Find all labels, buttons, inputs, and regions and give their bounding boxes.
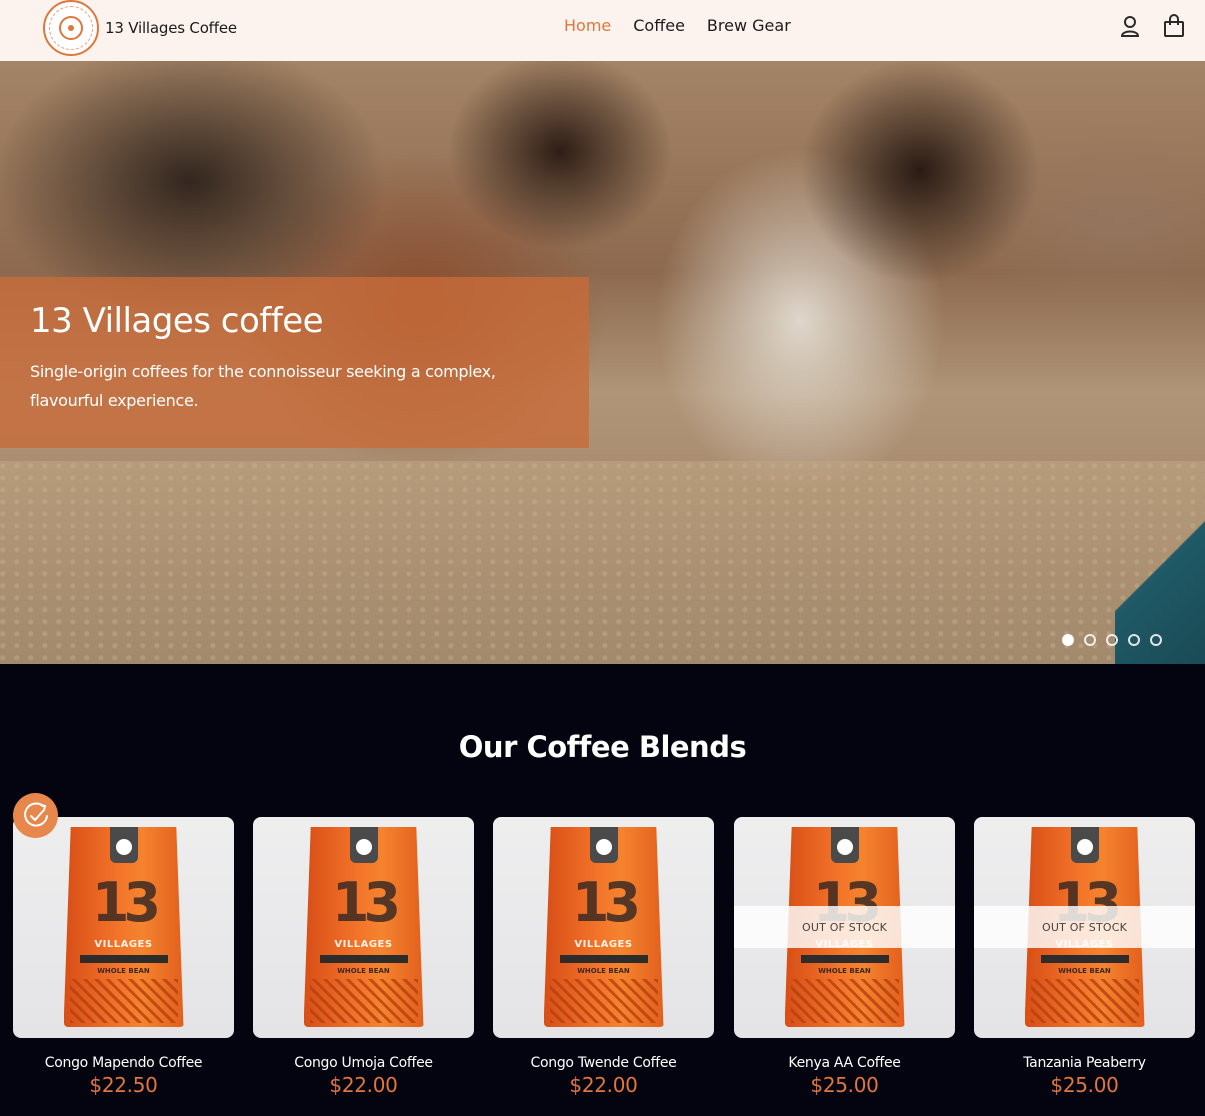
product-name[interactable]: Congo Twende Coffee [493, 1055, 714, 1071]
brand-logo-link[interactable]: 13 Villages Coffee [43, 0, 237, 56]
out-of-stock-label: OUT OF STOCK [734, 906, 955, 948]
nav-item-brew-gear[interactable]: Brew Gear [707, 16, 791, 35]
product-price: $25.00 [810, 1073, 879, 1097]
slider-pagination [1062, 634, 1162, 646]
slide-dot-4[interactable] [1128, 634, 1140, 646]
product-image[interactable]: 13 VILLAGES WHOLE BEAN [13, 817, 234, 1038]
slide-dot-3[interactable] [1106, 634, 1118, 646]
product-image[interactable]: 13VILLAGESWHOLE BEAN OUT OF STOCK [734, 817, 955, 1038]
product-card[interactable]: 13 VILLAGES WHOLE BEAN Congo Twende Coffee… [493, 817, 714, 1097]
product-image[interactable]: 13 VILLAGES WHOLE BEAN [253, 817, 474, 1038]
product-card[interactable]: 13 VILLAGES WHOLE BEAN Congo Mapendo Coffe… [13, 817, 234, 1097]
product-card[interactable]: 13VILLAGESWHOLE BEAN OUT OF STOCK Kenya … [734, 817, 955, 1097]
hero-banner: 13 Villages coffee Single-origin coffees… [0, 61, 1205, 664]
product-name[interactable]: Tanzania Peaberry [974, 1055, 1195, 1071]
site-header: 13 Villages Coffee Home Coffee Brew Gear [0, 0, 1205, 61]
slide-dot-5[interactable] [1150, 634, 1162, 646]
product-card[interactable]: 13 VILLAGES WHOLE BEAN Congo Umoja Coffee … [253, 817, 474, 1097]
hero-background-image [0, 461, 1205, 664]
shopping-bag-icon[interactable] [1163, 14, 1185, 38]
hero-subtitle: Single-origin coffees for the connoisseu… [30, 362, 496, 410]
product-image[interactable]: 13VILLAGESWHOLE BEAN OUT OF STOCK [974, 817, 1195, 1038]
account-icon[interactable] [1119, 14, 1141, 38]
product-name[interactable]: Congo Mapendo Coffee [13, 1055, 234, 1071]
hero-caption: 13 Villages coffee Single-origin coffees… [0, 277, 589, 448]
main-nav: Home Coffee Brew Gear [564, 16, 791, 35]
brand-name: 13 Villages Coffee [105, 18, 237, 37]
product-price: $22.00 [329, 1073, 398, 1097]
product-price: $22.50 [89, 1073, 158, 1097]
slide-dot-1[interactable] [1062, 634, 1074, 646]
product-name[interactable]: Kenya AA Coffee [734, 1055, 955, 1071]
product-name[interactable]: Congo Umoja Coffee [253, 1055, 474, 1071]
nav-item-home[interactable]: Home [564, 16, 611, 35]
brand-logo-icon [43, 0, 99, 56]
slide-dot-2[interactable] [1084, 634, 1096, 646]
rewards-check-icon[interactable] [13, 793, 58, 838]
product-card[interactable]: 13VILLAGESWHOLE BEAN OUT OF STOCK Tanzan… [974, 817, 1195, 1097]
nav-item-coffee[interactable]: Coffee [633, 16, 685, 35]
out-of-stock-label: OUT OF STOCK [974, 906, 1195, 948]
product-price: $25.00 [1050, 1073, 1119, 1097]
product-image[interactable]: 13 VILLAGES WHOLE BEAN [493, 817, 714, 1038]
hero-title: 13 Villages coffee [30, 301, 324, 341]
product-price: $22.00 [569, 1073, 638, 1097]
section-title: Our Coffee Blends [458, 730, 747, 764]
